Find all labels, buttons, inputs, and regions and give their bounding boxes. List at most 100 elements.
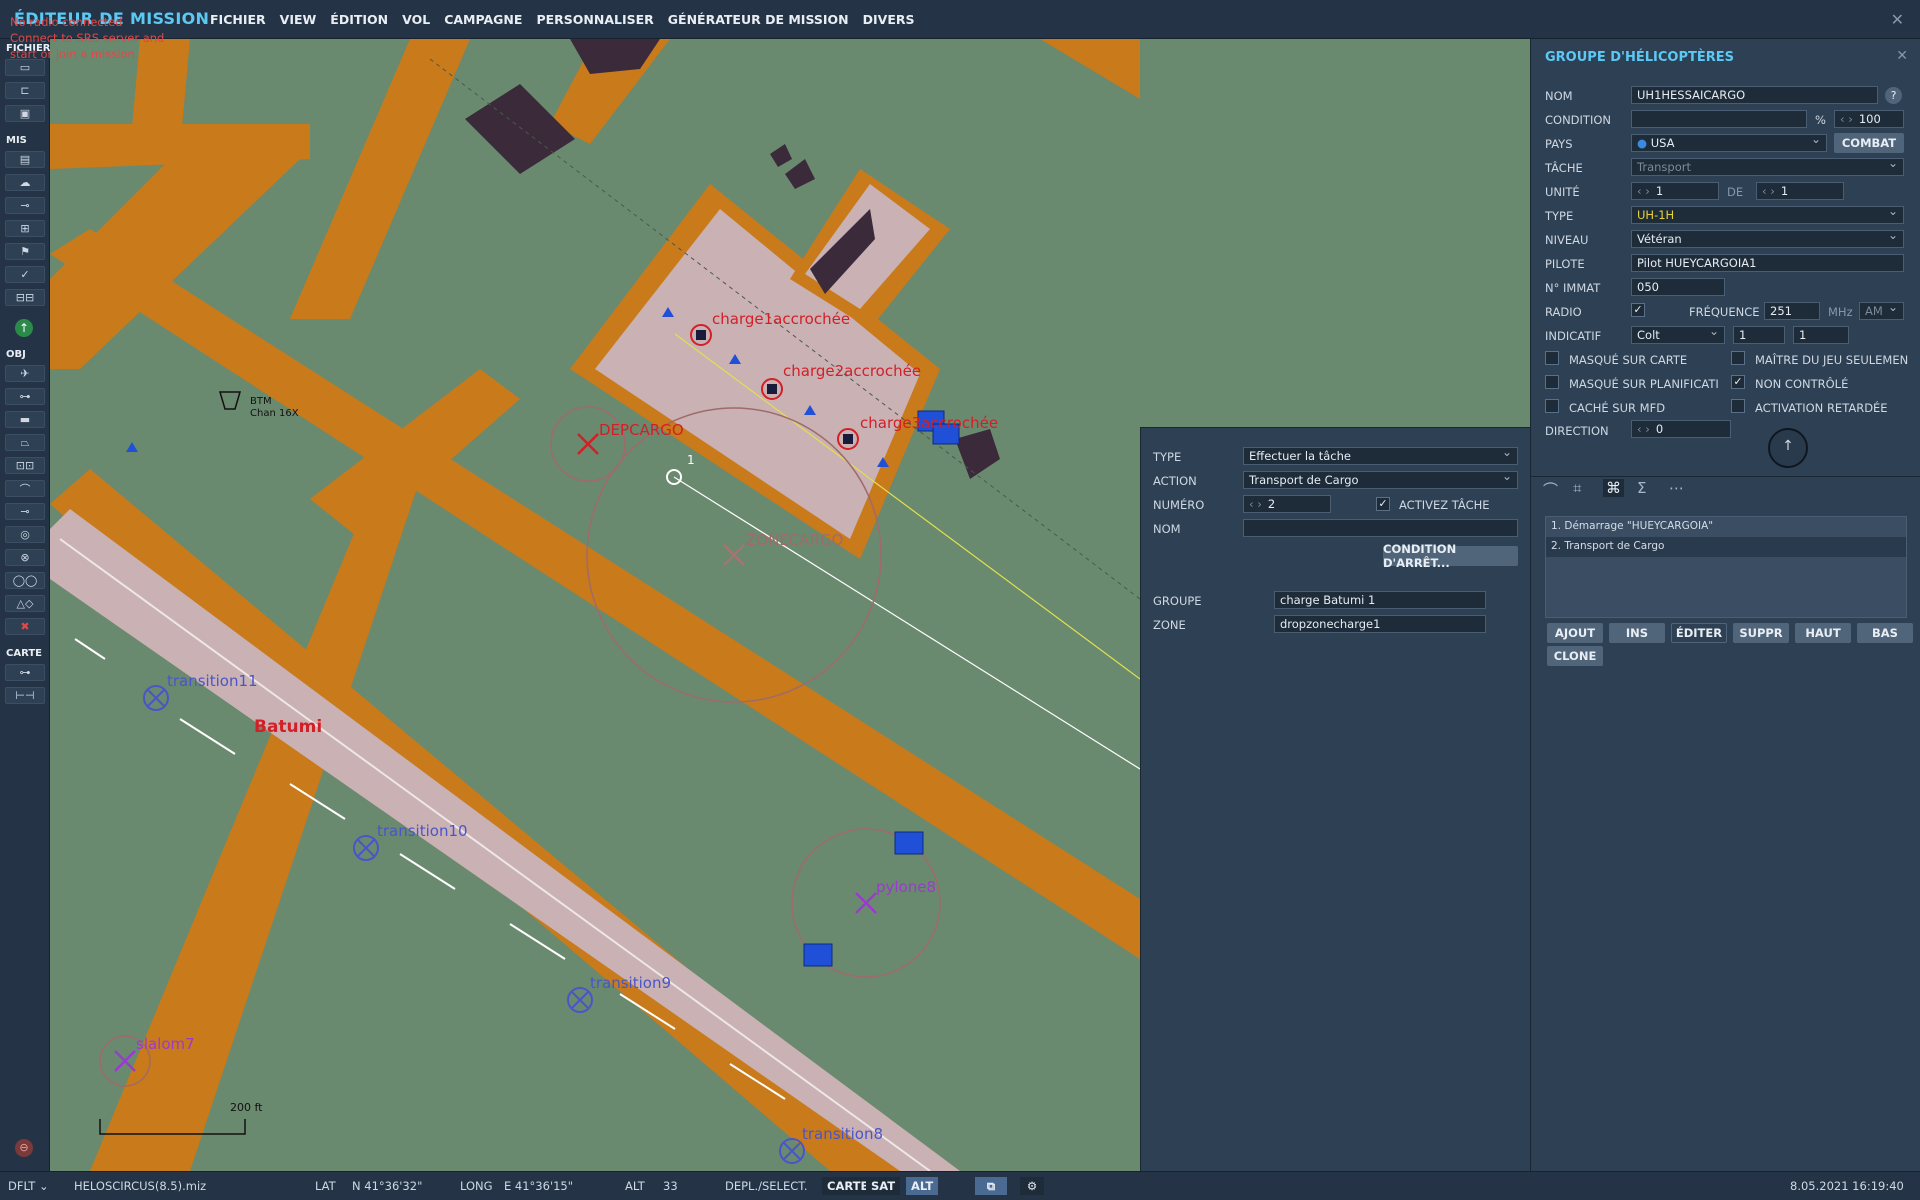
help-icon[interactable]: ? [1885, 87, 1902, 104]
target-icon[interactable]: ◎ [5, 526, 45, 543]
task-zone-field[interactable]: dropzonecharge1 [1274, 615, 1486, 633]
helicopter-icon[interactable]: ⊶ [5, 388, 45, 405]
modulation-select[interactable]: AM [1859, 302, 1904, 320]
shapes-icon[interactable]: △◇ [5, 595, 45, 612]
menu-personnaliser[interactable]: PERSONNALISER [536, 12, 653, 27]
task-list-item[interactable]: 1. Démarrage "HUEYCARGOIA" [1546, 517, 1906, 537]
heading-dial-icon[interactable]: ↑ [1768, 428, 1808, 468]
non-controle-checkbox[interactable]: ✓ [1731, 375, 1745, 389]
haut-button[interactable]: HAUT [1795, 623, 1851, 643]
de-spinner[interactable]: ‹ › 1 [1756, 182, 1844, 200]
indicatif-n2[interactable]: 1 [1793, 326, 1849, 344]
spin-arrows-icon[interactable]: ‹ › [1840, 112, 1853, 126]
niveau-select[interactable]: Vétéran [1631, 230, 1904, 248]
menu-campagne[interactable]: CAMPAGNE [444, 12, 522, 27]
group-icon[interactable]: ◯◯ [5, 572, 45, 589]
ruler-icon[interactable]: ⊢⊣ [5, 687, 45, 704]
task-type-select[interactable]: Effectuer la tâche [1243, 447, 1518, 465]
ground-unit-icon[interactable]: ▬ [5, 411, 45, 428]
indicatif-n1[interactable]: 1 [1733, 326, 1785, 344]
route-tab-icon[interactable]: ⌒ [1543, 479, 1558, 500]
unite-spinner[interactable]: ‹ › 1 [1631, 182, 1719, 200]
open-file-icon[interactable]: ⊏ [5, 82, 45, 99]
triggers-icon[interactable]: ⊞ [5, 220, 45, 237]
ajout-button[interactable]: AJOUT [1547, 623, 1603, 643]
map-layers-icon[interactable]: ⧉ [975, 1177, 1007, 1195]
sequence-icon[interactable]: ⊟⊟ [5, 289, 45, 306]
indicatif-select[interactable]: Colt [1631, 326, 1725, 344]
ship-icon[interactable]: ⏢ [5, 434, 45, 451]
weather-icon[interactable]: ☁ [5, 174, 45, 191]
task-nom-input[interactable] [1243, 519, 1518, 537]
menu-edition[interactable]: ÉDITION [330, 12, 388, 27]
pays-select[interactable]: ● USA [1631, 134, 1827, 152]
briefing-icon[interactable]: ▤ [5, 151, 45, 168]
task-groupe-field[interactable]: charge Batumi 1 [1274, 591, 1486, 609]
editer-button[interactable]: ÉDITER [1671, 623, 1727, 643]
task-list-item[interactable]: 2. Transport de Cargo [1546, 537, 1906, 557]
summary-tab-icon[interactable]: Σ [1637, 479, 1646, 497]
save-file-icon[interactable]: ▣ [5, 105, 45, 122]
stop-condition-button[interactable]: CONDITION D'ARRÊT... [1383, 542, 1518, 570]
menu-view[interactable]: VIEW [280, 12, 317, 27]
cancel-circle-icon[interactable]: ⊗ [5, 549, 45, 566]
task-action-select[interactable]: Transport de Cargo [1243, 471, 1518, 489]
spin-arrows-icon[interactable]: ‹ › [1249, 497, 1262, 511]
frequence-input[interactable]: 251 [1764, 302, 1820, 320]
condition-spinner[interactable]: ‹ › 100 [1834, 110, 1904, 128]
static-object-icon[interactable]: ⊡⊡ [5, 457, 45, 474]
radio-checkbox[interactable]: ✓ [1631, 303, 1645, 317]
alt-button[interactable]: ALT [906, 1177, 939, 1195]
more-tab-icon[interactable]: ⋯ [1669, 479, 1684, 497]
activez-tache-checkbox[interactable]: ✓ [1376, 497, 1390, 511]
menu-vol[interactable]: VOL [402, 12, 430, 27]
mission-map[interactable]: charge1accrochée charge2accrochée charge… [50, 39, 1140, 1171]
slalom7-marker[interactable] [114, 1050, 136, 1072]
flag-icon[interactable]: ⚑ [5, 243, 45, 260]
route-icon[interactable]: ⌒ [5, 480, 45, 497]
depcargo-marker[interactable] [577, 433, 599, 455]
pylone8-marker[interactable] [855, 892, 877, 914]
btm-beacon-icon[interactable] [218, 391, 242, 410]
panel-close-icon[interactable]: ✕ [1896, 48, 1908, 64]
waypoint-icon[interactable]: ⊸ [5, 503, 45, 520]
spin-arrows-icon[interactable]: ‹ › [1762, 184, 1775, 198]
ins-button[interactable]: INS [1609, 623, 1665, 643]
maitre-jeu-checkbox[interactable] [1731, 351, 1745, 365]
condition-bar[interactable] [1631, 110, 1807, 128]
plane-icon[interactable]: ✈ [5, 365, 45, 382]
bas-button[interactable]: BAS [1857, 623, 1913, 643]
spin-arrows-icon[interactable]: ‹ › [1637, 422, 1650, 436]
cache-mfd-checkbox[interactable] [1545, 399, 1559, 413]
targets-tab-icon[interactable]: ⌗ [1573, 479, 1581, 497]
settings-gear-icon[interactable]: ⚙ [1020, 1177, 1044, 1195]
task-numero-spinner[interactable]: ‹ › 2 [1243, 495, 1331, 513]
masque-carte-checkbox[interactable] [1545, 351, 1559, 365]
zonecargo-marker[interactable] [723, 544, 745, 566]
combat-button[interactable]: COMBAT [1834, 133, 1904, 153]
direction-spinner[interactable]: ‹ › 0 [1631, 420, 1731, 438]
pilote-input[interactable]: Pilot HUEYCARGOIA1 [1631, 254, 1904, 272]
immat-input[interactable]: 050 [1631, 278, 1725, 296]
srs-icon[interactable]: ⊖ [15, 1139, 33, 1157]
suppr-button[interactable]: SUPPR [1733, 623, 1789, 643]
activation-checkbox[interactable] [1731, 399, 1745, 413]
nom-input[interactable]: UH1HESSAICARGO [1631, 86, 1878, 104]
menu-generateur[interactable]: GÉNÉRATEUR DE MISSION [668, 12, 849, 27]
tache-select[interactable]: Transport [1631, 158, 1904, 176]
masque-planif-checkbox[interactable] [1545, 375, 1559, 389]
clone-button[interactable]: CLONE [1547, 646, 1603, 666]
type-select[interactable]: UH-1H [1631, 206, 1904, 224]
sat-button[interactable]: SAT [866, 1177, 901, 1195]
check-icon[interactable]: ✓ [5, 266, 45, 283]
tasks-tab-icon[interactable]: ⌘ [1603, 479, 1624, 497]
profile-select[interactable]: DFLT ⌄ [8, 1179, 49, 1193]
map-key-icon[interactable]: ⊶ [5, 664, 45, 681]
menu-divers[interactable]: DIVERS [863, 12, 915, 27]
spin-arrows-icon[interactable]: ‹ › [1637, 184, 1650, 198]
delete-icon[interactable]: ✖ [5, 618, 45, 635]
trigger-zone-icon[interactable]: ⊸ [5, 197, 45, 214]
window-close-icon[interactable]: ✕ [1891, 10, 1904, 29]
up-arrow-icon[interactable]: ↑ [15, 319, 33, 337]
menu-fichier[interactable]: FICHIER [210, 12, 266, 27]
